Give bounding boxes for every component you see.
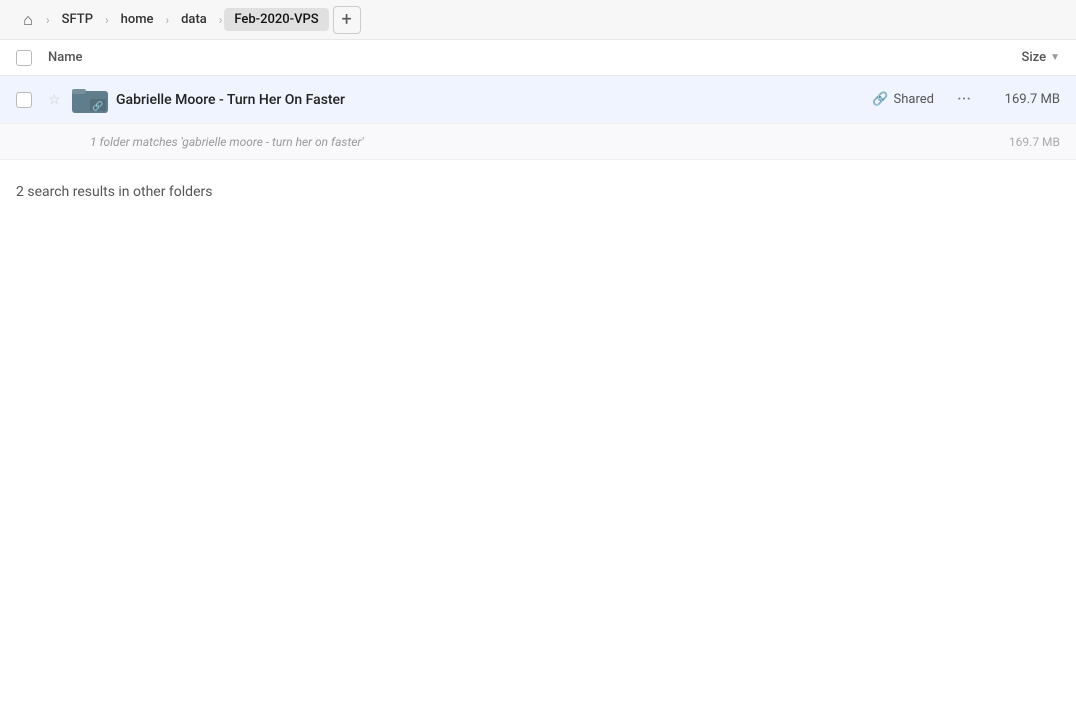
header-size-col[interactable]: Size ▼ xyxy=(1022,50,1061,65)
header-name-col: Name xyxy=(48,50,1022,65)
folder-icon: 🔗 xyxy=(72,82,108,118)
breadcrumb-bar: ⌂ › SFTP › home › data › Feb-2020-VPS + xyxy=(0,0,1076,40)
home-icon: ⌂ xyxy=(23,10,33,30)
shared-link-icon: 🔗 xyxy=(872,92,888,107)
header-size-label: Size xyxy=(1022,50,1047,65)
svg-text:🔗: 🔗 xyxy=(92,100,103,112)
star-icon: ☆ xyxy=(48,92,61,108)
match-size: 169.7 MB xyxy=(990,135,1060,149)
breadcrumb-sep-2: › xyxy=(103,13,111,27)
row-checkbox[interactable] xyxy=(16,92,32,108)
file-size: 169.7 MB xyxy=(990,92,1060,107)
match-text: 1 folder matches 'gabrielle moore - turn… xyxy=(90,135,990,149)
add-tab-button[interactable]: + xyxy=(333,6,361,34)
breadcrumb-item-data[interactable]: data xyxy=(171,8,217,31)
header-name-label: Name xyxy=(48,50,83,65)
breadcrumb-label-sftp: SFTP xyxy=(62,12,93,27)
more-options-button[interactable]: ··· xyxy=(950,86,978,114)
sort-icon: ▼ xyxy=(1050,52,1060,63)
folder-svg: 🔗 xyxy=(72,85,108,115)
star-button[interactable]: ☆ xyxy=(48,92,72,108)
shared-badge: 🔗 Shared xyxy=(872,92,934,107)
header-checkbox-col xyxy=(16,50,48,66)
other-folders-section: 2 search results in other folders xyxy=(0,160,1076,212)
file-name[interactable]: Gabrielle Moore - Turn Her On Faster xyxy=(116,92,872,108)
breadcrumb-sep-1: › xyxy=(44,13,52,27)
breadcrumb-sep-3: › xyxy=(164,13,172,27)
shared-label: Shared xyxy=(894,92,934,107)
breadcrumb-item-home[interactable]: home xyxy=(111,8,164,31)
match-row: 1 folder matches 'gabrielle moore - turn… xyxy=(0,124,1076,160)
breadcrumb-label-data: data xyxy=(181,12,207,27)
select-all-checkbox[interactable] xyxy=(16,50,32,66)
table-header: Name Size ▼ xyxy=(0,40,1076,76)
breadcrumb-label-home: home xyxy=(121,12,154,27)
add-tab-icon: + xyxy=(342,9,352,30)
more-icon: ··· xyxy=(957,89,971,110)
home-button[interactable]: ⌂ xyxy=(12,4,44,36)
breadcrumb-item-vps[interactable]: Feb-2020-VPS xyxy=(224,8,328,31)
breadcrumb-item-sftp[interactable]: SFTP xyxy=(52,8,103,31)
breadcrumb-label-vps: Feb-2020-VPS xyxy=(234,12,318,27)
row-checkbox-col xyxy=(16,92,48,108)
breadcrumb-sep-4: › xyxy=(217,13,225,27)
other-folders-label: 2 search results in other folders xyxy=(16,184,1060,200)
file-row[interactable]: ☆ 🔗 Gabrielle Moore - Turn Her On Faster… xyxy=(0,76,1076,124)
